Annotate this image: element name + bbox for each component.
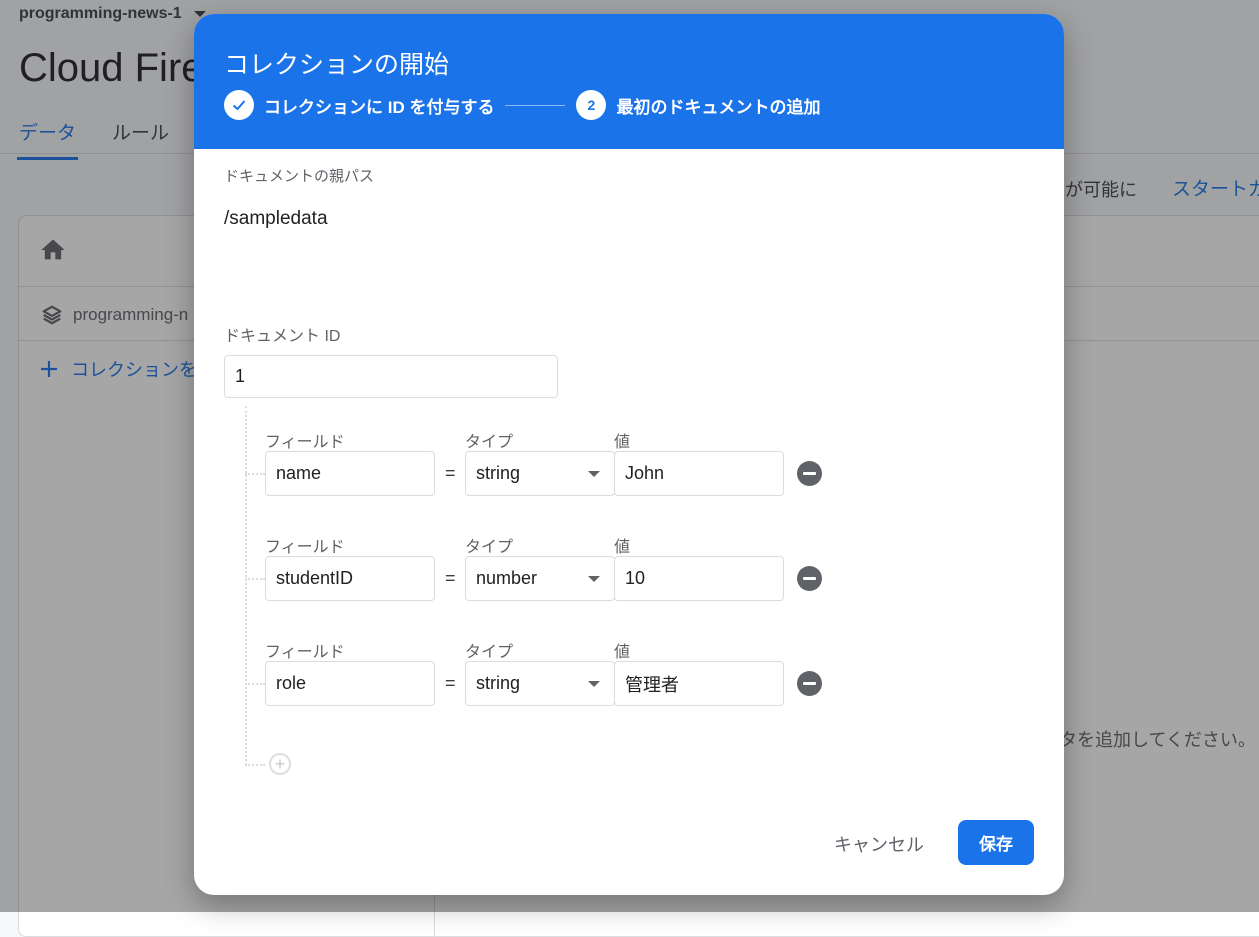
step-1: コレクションに ID を付与する: [224, 90, 494, 120]
field-row: フィールド タイプ 値 name = string John: [194, 428, 1064, 516]
field-value-input[interactable]: 10: [614, 556, 784, 601]
field-name-label: フィールド: [265, 644, 345, 661]
field-value-label: 値: [614, 539, 631, 556]
field-type-label: タイプ: [465, 539, 514, 556]
remove-field-icon[interactable]: [797, 671, 822, 696]
field-type-value: string: [476, 673, 521, 693]
field-name-input[interactable]: name: [265, 451, 435, 496]
parent-path-value: /sampledata: [224, 208, 328, 229]
step-2-label: 最初のドキュメントの追加: [616, 97, 821, 117]
dropdown-arrow-icon: [588, 471, 600, 477]
tree-connector: [245, 764, 265, 766]
field-row: フィールド タイプ 値 studentID = number 10: [194, 533, 1064, 621]
tree-connector: [245, 683, 265, 685]
field-name-label: フィールド: [265, 539, 345, 556]
equals-sign: =: [445, 463, 456, 483]
check-icon: [224, 90, 254, 120]
field-type-select[interactable]: string: [465, 451, 615, 496]
field-value-label: 値: [614, 644, 631, 661]
dialog-header: コレクションの開始 コレクションに ID を付与する 2 最初のドキュメントの追…: [194, 14, 1064, 149]
dialog-title: コレクションの開始: [224, 51, 450, 79]
step-1-label: コレクションに ID を付与する: [264, 97, 495, 117]
field-type-value: string: [476, 463, 521, 483]
remove-field-icon[interactable]: [797, 566, 822, 591]
field-value-input[interactable]: 管理者: [614, 661, 784, 706]
equals-sign: =: [445, 673, 456, 693]
cancel-button[interactable]: キャンセル: [834, 831, 924, 857]
add-field-icon[interactable]: +: [269, 753, 291, 775]
step-connector: [505, 104, 566, 106]
parent-path-label: ドキュメントの親パス: [224, 168, 375, 185]
tree-connector: [245, 473, 265, 475]
field-type-label: タイプ: [465, 434, 514, 451]
stepper: コレクションに ID を付与する 2 最初のドキュメントの追加: [224, 90, 820, 120]
save-button[interactable]: 保存: [958, 820, 1034, 865]
dropdown-arrow-icon: [588, 576, 600, 582]
field-name-input[interactable]: role: [265, 661, 435, 706]
step-2-number: 2: [576, 90, 607, 120]
field-value-input[interactable]: John: [614, 451, 784, 496]
field-value-label: 値: [614, 434, 631, 451]
field-type-select[interactable]: string: [465, 661, 615, 706]
field-type-select[interactable]: number: [465, 556, 615, 601]
field-row: フィールド タイプ 値 role = string 管理者: [194, 638, 1064, 726]
start-collection-dialog: コレクションの開始 コレクションに ID を付与する 2 最初のドキュメントの追…: [194, 14, 1064, 895]
remove-field-icon[interactable]: [797, 461, 822, 486]
equals-sign: =: [445, 568, 456, 588]
document-id-input[interactable]: 1: [224, 355, 558, 398]
field-type-value: number: [476, 568, 538, 588]
field-name-input[interactable]: studentID: [265, 556, 435, 601]
tree-connector: [245, 578, 265, 580]
step-2: 2 最初のドキュメントの追加: [576, 90, 820, 120]
field-type-label: タイプ: [465, 644, 514, 661]
field-name-label: フィールド: [265, 434, 345, 451]
document-id-label: ドキュメント ID: [224, 328, 341, 345]
dropdown-arrow-icon: [588, 681, 600, 687]
